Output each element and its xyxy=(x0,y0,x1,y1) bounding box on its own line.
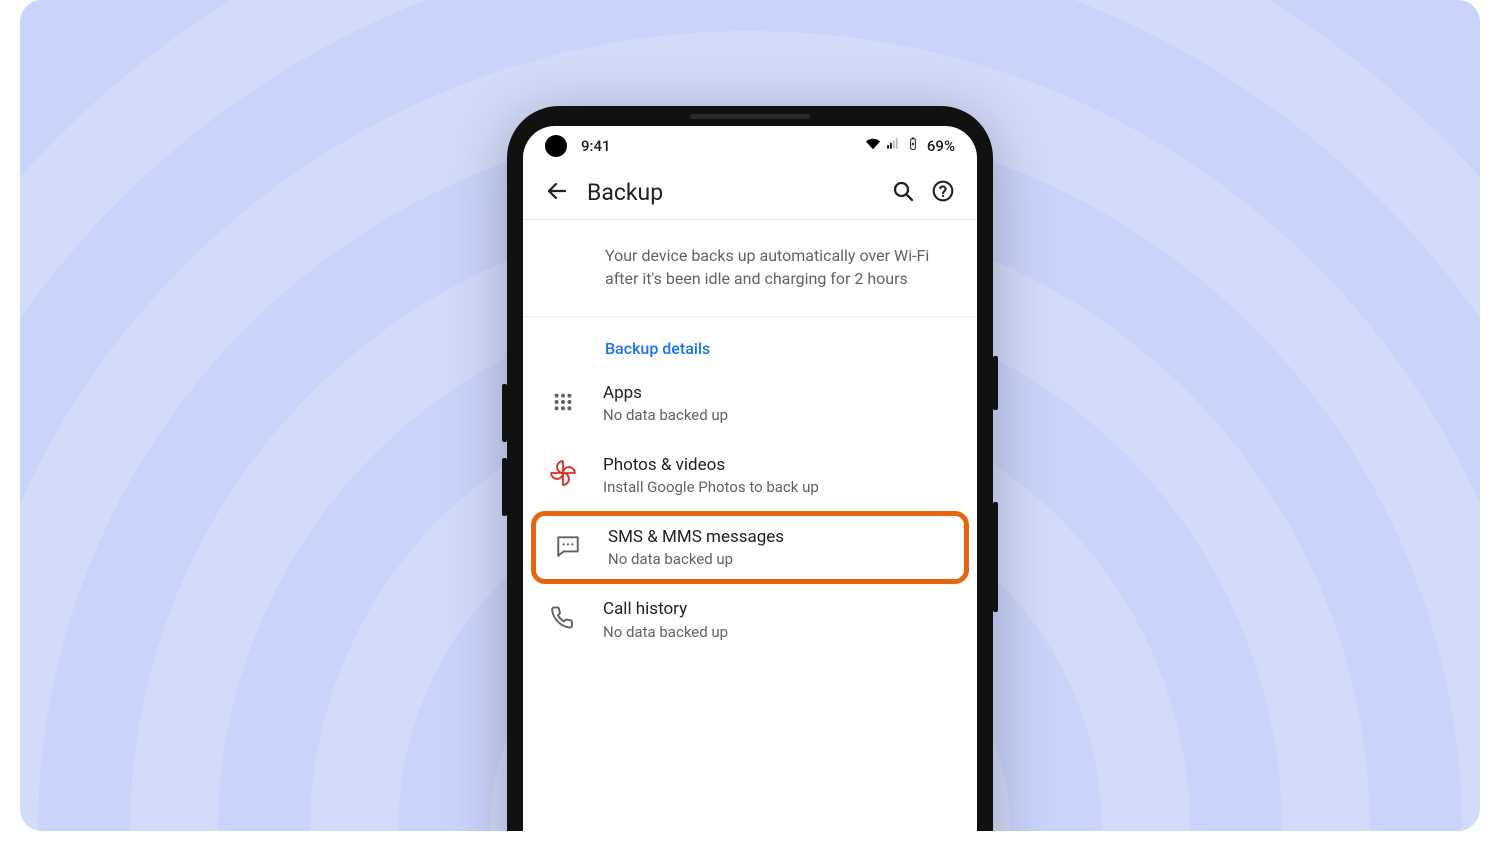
item-title: Photos & videos xyxy=(603,454,957,476)
section-header: Backup details xyxy=(523,317,977,368)
app-bar: Backup xyxy=(523,166,977,220)
message-icon xyxy=(555,533,581,563)
item-subtitle: Install Google Photos to back up xyxy=(603,477,957,497)
signal-icon xyxy=(885,137,901,155)
battery-icon xyxy=(905,137,921,155)
wifi-icon xyxy=(865,137,881,155)
status-battery: 69% xyxy=(927,137,955,155)
item-subtitle: No data backed up xyxy=(608,549,952,569)
photos-pinwheel-icon xyxy=(550,460,576,490)
search-button[interactable] xyxy=(883,173,923,213)
backup-item-calls[interactable]: Call history No data backed up xyxy=(523,584,977,655)
backup-info: Your device backs up automatically over … xyxy=(523,220,977,317)
item-title: Apps xyxy=(603,382,957,404)
help-button[interactable] xyxy=(923,173,963,213)
search-icon xyxy=(891,179,915,207)
item-title: Call history xyxy=(603,598,957,620)
phone-icon xyxy=(551,606,575,634)
backup-item-apps[interactable]: Apps No data backed up xyxy=(523,368,977,439)
apps-grid-icon xyxy=(552,391,574,417)
page-title: Backup xyxy=(587,179,663,206)
status-time: 9:41 xyxy=(581,137,611,155)
status-bar: 9:41 69% xyxy=(523,126,977,166)
illustration-canvas: 9:41 69% xyxy=(20,0,1480,831)
item-subtitle: No data backed up xyxy=(603,405,957,425)
back-button[interactable] xyxy=(537,173,577,213)
arrow-back-icon xyxy=(545,179,569,207)
backup-item-photos[interactable]: Photos & videos Install Google Photos to… xyxy=(523,440,977,511)
item-subtitle: No data backed up xyxy=(603,622,957,642)
backup-item-sms[interactable]: SMS & MMS messages No data backed up xyxy=(531,511,969,584)
help-icon xyxy=(931,179,955,207)
phone-frame: 9:41 69% xyxy=(507,106,993,831)
phone-screen: 9:41 69% xyxy=(523,126,977,831)
camera-hole xyxy=(545,135,567,157)
item-title: SMS & MMS messages xyxy=(608,526,952,548)
